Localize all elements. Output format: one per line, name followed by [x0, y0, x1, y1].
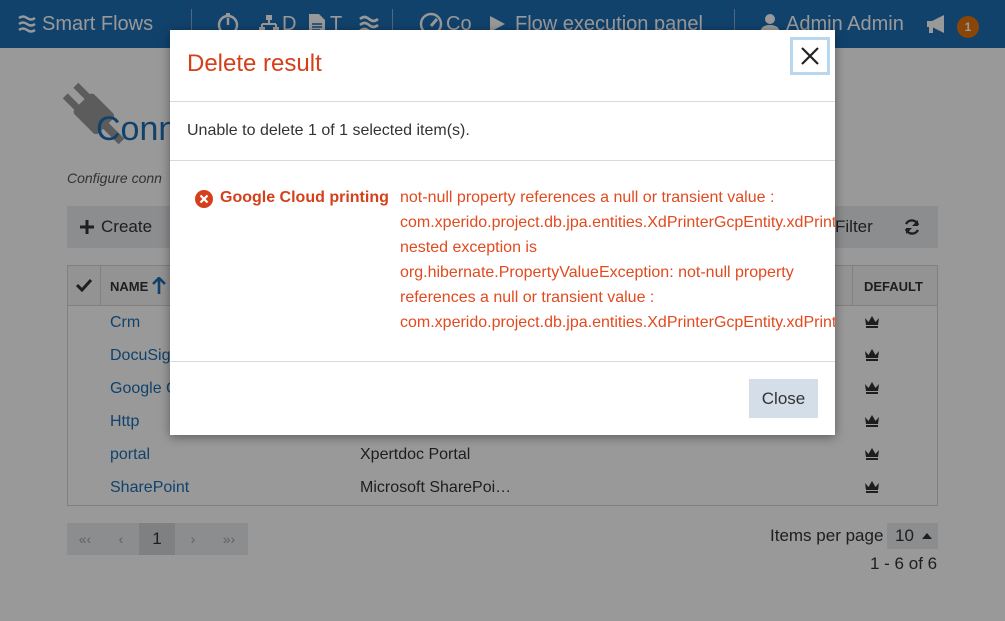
dialog-title: Delete result [187, 50, 322, 77]
error-detail: not-null property references a null or t… [400, 187, 835, 337]
dialog-divider [170, 160, 835, 161]
error-line: nested exception is [400, 239, 537, 256]
error-line: references a null or transient value : [400, 289, 655, 306]
close-button[interactable]: Close [749, 379, 818, 418]
error-item-name: Google Cloud printing [220, 189, 389, 206]
error-line: com.xperido.project.db.jpa.entities.XdPr… [400, 214, 835, 231]
dialog-message: Unable to delete 1 of 1 selected item(s)… [187, 122, 470, 139]
dialog-close-button[interactable] [790, 37, 830, 75]
error-circle-icon [195, 190, 213, 208]
error-line: not-null property references a null or t… [400, 189, 775, 206]
close-icon [801, 47, 819, 65]
error-line: org.hibernate.PropertyValueException: no… [400, 264, 794, 281]
error-line: com.xperido.project.db.jpa.entities.XdPr… [400, 314, 835, 331]
dialog-divider [170, 361, 835, 362]
dialog-divider [170, 101, 835, 102]
delete-result-dialog: Delete result Unable to delete 1 of 1 se… [170, 30, 835, 435]
